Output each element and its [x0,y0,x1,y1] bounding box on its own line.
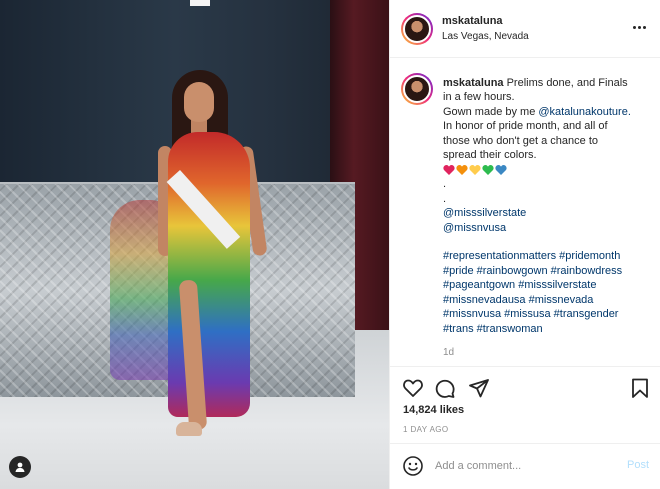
orange-heart-icon [456,165,468,176]
bookmark-icon[interactable] [629,377,651,399]
user-tag-icon[interactable] [9,456,31,478]
heart-outline-icon[interactable] [402,377,424,399]
caption-hashtags[interactable]: #missnevadausa #missnevada [443,293,653,307]
header-location[interactable]: Las Vegas, Nevada [442,31,529,42]
caption-line: spread their colors. [443,149,537,162]
caption-line: . [443,192,447,205]
caption-hashtags[interactable]: #trans #transwoman [443,322,653,336]
comment-input[interactable] [435,456,615,476]
subject-face [184,82,214,122]
caption-line: . [443,178,447,191]
post-side-panel: mskataluna Las Vegas, Nevada mskataluna … [389,0,660,489]
header-username[interactable]: mskataluna [442,15,503,27]
blue-heart-icon [495,165,507,176]
avatar[interactable] [401,13,433,45]
paper-plane-icon[interactable] [468,377,490,399]
caption-mention[interactable]: @misssilverstate [443,206,653,220]
photo-subject [150,70,270,460]
green-heart-icon [482,165,494,176]
caption-area: mskataluna Prelims done, and Finals in a… [390,59,660,365]
comment-bubble-icon[interactable] [434,377,456,399]
caption-mention[interactable]: @katalunakouture. [538,106,631,118]
post-header: mskataluna Las Vegas, Nevada [390,0,660,58]
photo-light [190,0,210,6]
rainbow-hearts [443,163,653,177]
caption-line: those who don't get a chance to [443,134,598,147]
caption-line: In honor of pride month, and all of [443,120,608,133]
caption-username[interactable]: mskataluna [443,77,504,89]
caption-line: Gown made by me [443,105,536,118]
red-heart-icon [443,165,455,176]
caption-hashtags[interactable]: #representationmatters #pridemonth [443,249,653,263]
caption-line: Prelims done, and Finals [506,77,628,89]
post-comment-button[interactable]: Post [627,459,649,471]
post-photo[interactable] [0,0,389,489]
caption-hashtags[interactable]: #missnvusa #missusa #transgender [443,307,653,321]
caption-hashtags[interactable]: #pageantgown #misssilverstate [443,278,653,292]
add-comment-bar: Post [390,443,660,489]
smiley-icon[interactable] [402,455,424,477]
like-count[interactable]: 14,824 likes [403,404,464,416]
caption-line: in a few hours. [443,91,515,104]
caption-mention[interactable]: @missnvusa [443,221,653,235]
subject-shoe [176,422,202,436]
caption-time[interactable]: 1d [443,347,454,358]
post-date[interactable]: 1 DAY AGO [403,425,449,434]
yellow-heart-icon [469,165,481,176]
more-options-icon[interactable] [633,20,651,34]
caption-avatar[interactable] [401,73,433,105]
caption-hashtags[interactable]: #pride #rainbowgown #rainbowdress [443,264,653,278]
post-caption: mskataluna Prelims done, and Finals in a… [443,76,653,336]
